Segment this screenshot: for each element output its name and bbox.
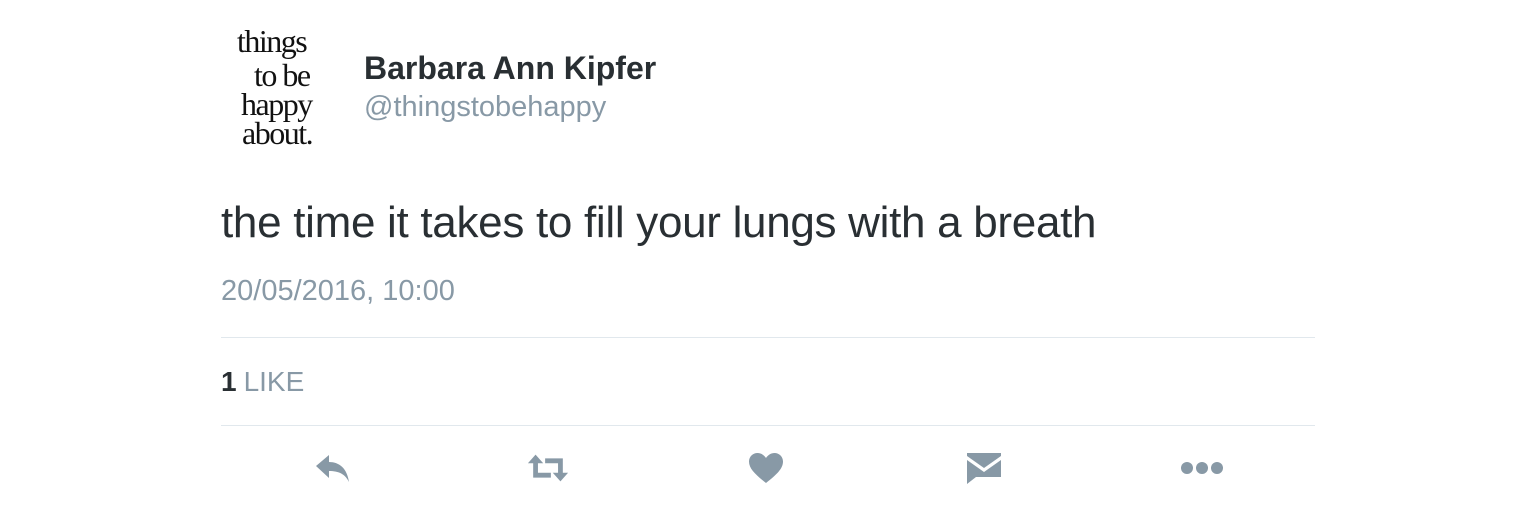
divider [221, 425, 1315, 426]
tweet-text: the time it takes to fill your lungs wit… [221, 198, 1097, 247]
reply-button[interactable] [310, 448, 354, 488]
likes-stat[interactable]: 1 LIKE [221, 366, 304, 398]
tweet-timestamp[interactable]: 20/05/2016, 10:00 [221, 275, 455, 308]
divider [221, 337, 1315, 338]
retweet-icon [527, 454, 569, 482]
user-display-name[interactable]: Barbara Ann Kipfer [364, 50, 656, 87]
likes-count: 1 [221, 366, 237, 397]
likes-label: LIKE [243, 366, 305, 397]
avatar-text-line: about. [242, 115, 314, 151]
heart-icon [749, 453, 783, 483]
retweet-button[interactable] [526, 448, 570, 488]
direct-message-button[interactable] [962, 448, 1006, 488]
like-button[interactable] [744, 448, 788, 488]
more-dots-icon [1181, 462, 1223, 474]
avatar[interactable]: things to be happy about. [226, 23, 338, 156]
user-handle[interactable]: @thingstobehappy [364, 91, 606, 124]
more-options-button[interactable] [1180, 448, 1224, 488]
tweet-card: things to be happy about. Barbara Ann Ki… [0, 0, 1536, 509]
avatar-text-line: things [237, 23, 308, 59]
envelope-icon [967, 453, 1001, 484]
reply-icon [316, 455, 349, 482]
